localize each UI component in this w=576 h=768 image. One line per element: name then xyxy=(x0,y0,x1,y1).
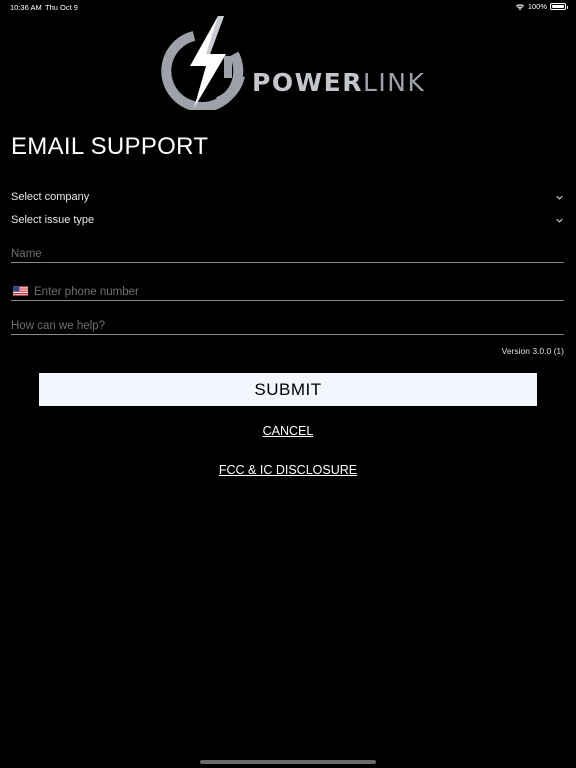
submit-button[interactable]: SUBMIT xyxy=(39,373,537,406)
logo-wordmark: POWERLINK xyxy=(252,68,425,97)
issue-type-select-label: Select issue type xyxy=(11,214,95,226)
status-time: 10:36 AM xyxy=(10,3,42,12)
status-right: 100% xyxy=(515,2,568,11)
company-select[interactable]: Select company xyxy=(11,189,565,205)
issue-type-select[interactable]: Select issue type xyxy=(11,212,565,228)
battery-percent: 100% xyxy=(527,2,547,11)
home-indicator[interactable] xyxy=(200,760,376,764)
email-support-screen: 10:36 AM Thu Oct 9 100% POWERLINK EMAIL … xyxy=(0,0,576,768)
power-bolt-icon xyxy=(161,16,245,110)
help-placeholder: How can we help? xyxy=(11,320,105,332)
powerlink-logo: POWERLINK xyxy=(160,16,424,110)
battery-icon xyxy=(550,3,568,10)
help-field[interactable]: How can we help? xyxy=(11,316,564,335)
name-placeholder: Name xyxy=(11,248,42,260)
wifi-icon xyxy=(515,3,524,10)
logo-text-power: POWER xyxy=(252,68,363,97)
us-flag-icon[interactable] xyxy=(13,286,28,296)
chevron-down-icon xyxy=(556,195,563,200)
phone-placeholder: Enter phone number xyxy=(34,286,139,298)
cancel-link[interactable]: CANCEL xyxy=(0,424,576,438)
status-date: Thu Oct 9 xyxy=(45,3,78,12)
logo-text-link: LINK xyxy=(362,68,426,97)
page-title: EMAIL SUPPORT xyxy=(11,133,209,160)
company-select-label: Select company xyxy=(11,191,90,203)
chevron-down-icon xyxy=(556,218,563,223)
fcc-disclosure-link[interactable]: FCC & IC DISCLOSURE xyxy=(0,463,576,477)
phone-field[interactable]: Enter phone number xyxy=(11,278,564,301)
name-field[interactable]: Name xyxy=(11,244,564,263)
version-label: Version 3.0.0 (1) xyxy=(501,346,564,356)
status-bar: 10:36 AM Thu Oct 9 100% xyxy=(0,0,576,14)
